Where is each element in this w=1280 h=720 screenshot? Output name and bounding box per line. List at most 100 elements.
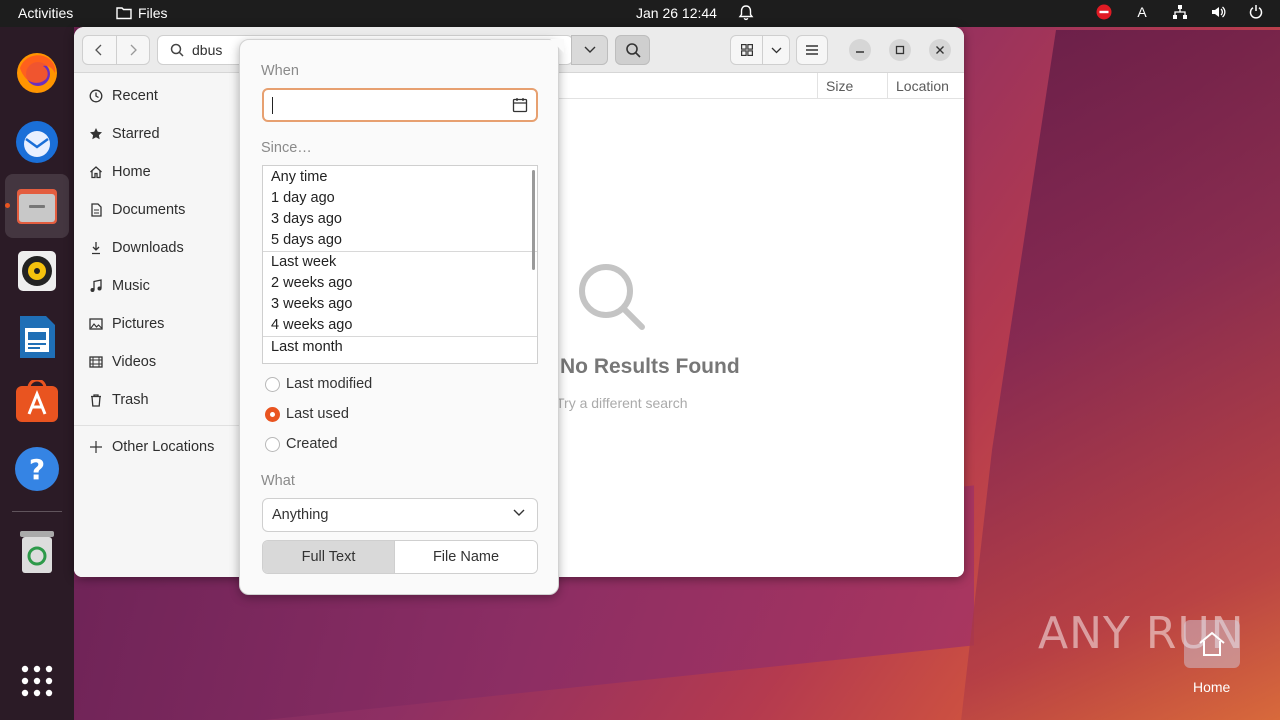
view-options <box>730 35 790 65</box>
no-results-subtitle: Try a different search <box>556 395 688 411</box>
desktop-home-icon[interactable] <box>1184 620 1240 668</box>
system-tray[interactable]: A <box>1096 4 1264 20</box>
sidebar-item-label: Documents <box>112 202 186 218</box>
activities-button[interactable]: Activities <box>18 5 73 21</box>
since-list-scrollbar[interactable] <box>532 170 535 270</box>
help-icon[interactable]: ? <box>5 437 69 501</box>
view-dropdown-button[interactable] <box>763 36 789 64</box>
search-toggle-button[interactable] <box>615 35 650 65</box>
date-input[interactable] <box>262 88 538 122</box>
sidebar-item-home[interactable]: Home <box>88 161 151 183</box>
network-icon[interactable] <box>1172 4 1188 20</box>
since-option[interactable]: Any time <box>263 166 537 187</box>
home-icon <box>88 165 104 179</box>
sidebar: Recent Starred Home Documents Downloads … <box>74 73 240 577</box>
sidebar-item-music[interactable]: Music <box>88 275 150 297</box>
radio-label: Created <box>286 436 338 452</box>
radio-label: Last used <box>286 406 349 422</box>
sidebar-item-recent[interactable]: Recent <box>88 85 158 107</box>
back-button[interactable] <box>83 36 116 64</box>
since-list: Any time 1 day ago 3 days ago 5 days ago… <box>262 165 538 364</box>
radio-created[interactable]: Created <box>265 434 338 454</box>
volume-icon[interactable] <box>1210 4 1226 20</box>
desktop-home-label: Home <box>1193 679 1231 695</box>
do-not-disturb-icon[interactable] <box>1096 4 1112 20</box>
clock[interactable]: Jan 26 12:44 <box>636 5 717 21</box>
file-name-button[interactable]: File Name <box>395 541 537 573</box>
search-filters-dropdown-button[interactable] <box>571 35 608 65</box>
since-label: Since… <box>261 140 312 156</box>
since-option[interactable]: Last month <box>263 335 537 357</box>
search-filter-popover: When Since… Any time 1 day ago 3 days ag… <box>239 39 564 595</box>
text-cursor <box>272 97 273 114</box>
column-size[interactable]: Size <box>817 73 887 99</box>
thunderbird-icon[interactable] <box>5 109 69 173</box>
trash-icon <box>88 393 104 407</box>
what-value: Anything <box>272 507 329 523</box>
top-bar: Activities Files Jan 26 12:44 A <box>0 0 1280 27</box>
radio-last-used[interactable]: Last used <box>265 404 349 424</box>
chevron-left-icon <box>95 44 102 56</box>
sidebar-item-label: Other Locations <box>112 439 215 455</box>
app-menu[interactable]: Files <box>116 5 168 21</box>
sidebar-item-documents[interactable]: Documents <box>88 199 185 221</box>
radio-last-modified[interactable]: Last modified <box>265 374 372 394</box>
power-icon[interactable] <box>1248 4 1264 20</box>
since-option[interactable]: 3 weeks ago <box>263 293 537 314</box>
since-option[interactable]: 4 weeks ago <box>263 314 537 335</box>
music-icon <box>88 279 104 293</box>
clock-icon <box>88 89 104 103</box>
sidebar-item-trash[interactable]: Trash <box>88 389 149 411</box>
search-icon <box>625 43 641 58</box>
what-dropdown[interactable]: Anything <box>262 498 538 532</box>
sidebar-item-other-locations[interactable]: Other Locations <box>88 436 214 458</box>
full-text-button[interactable]: Full Text <box>263 541 395 573</box>
sidebar-item-starred[interactable]: Starred <box>88 123 160 145</box>
firefox-icon[interactable] <box>5 41 69 105</box>
libreoffice-writer-icon[interactable] <box>5 305 69 369</box>
maximize-button[interactable] <box>889 39 911 61</box>
download-icon <box>88 241 104 255</box>
grid-icon <box>740 44 753 56</box>
app-center-icon[interactable] <box>5 370 69 434</box>
sidebar-item-label: Trash <box>112 392 149 408</box>
star-icon <box>88 127 104 141</box>
show-apps-icon[interactable] <box>5 649 69 713</box>
calendar-icon[interactable] <box>512 97 528 116</box>
close-button[interactable] <box>929 39 951 61</box>
main-menu-button[interactable] <box>796 35 828 65</box>
since-option[interactable]: Last week <box>263 250 537 272</box>
sidebar-item-downloads[interactable]: Downloads <box>88 237 184 259</box>
no-results-title: No Results Found <box>560 355 740 378</box>
minimize-button[interactable] <box>849 39 871 61</box>
close-icon <box>936 46 944 54</box>
chevron-down-icon <box>771 47 782 53</box>
since-option[interactable]: 1 day ago <box>263 187 537 208</box>
when-label: When <box>261 63 299 79</box>
sidebar-item-label: Pictures <box>112 316 165 332</box>
chevron-down-icon <box>584 46 595 53</box>
radio-button[interactable] <box>265 436 280 452</box>
forward-button[interactable] <box>115 36 150 64</box>
sidebar-item-label: Recent <box>112 88 158 104</box>
sidebar-item-pictures[interactable]: Pictures <box>88 313 164 335</box>
grid-view-button[interactable] <box>731 36 764 64</box>
chevron-down-icon <box>513 509 525 516</box>
column-location[interactable]: Location <box>887 73 964 99</box>
since-option[interactable]: 5 days ago <box>263 230 537 251</box>
trash-icon[interactable] <box>5 520 69 584</box>
running-indicator <box>5 203 10 208</box>
radio-button[interactable] <box>265 376 280 392</box>
rhythmbox-icon[interactable] <box>5 239 69 303</box>
sidebar-item-label: Videos <box>112 354 157 370</box>
notification-bell-icon[interactable] <box>738 4 754 24</box>
input-method-indicator[interactable]: A <box>1134 4 1150 20</box>
search-icon <box>170 43 184 57</box>
since-option[interactable]: 3 days ago <box>263 208 537 229</box>
video-icon <box>88 355 104 369</box>
since-option[interactable]: 2 weeks ago <box>263 272 537 293</box>
sidebar-item-videos[interactable]: Videos <box>88 351 156 373</box>
radio-button[interactable] <box>265 406 280 422</box>
sidebar-item-label: Starred <box>112 126 160 142</box>
files-icon[interactable] <box>5 174 69 238</box>
